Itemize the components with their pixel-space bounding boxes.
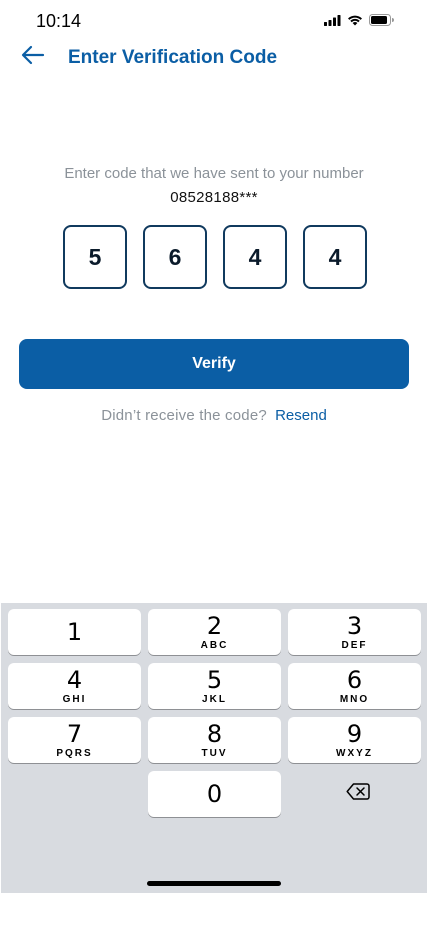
- key-letters: TUV: [201, 747, 228, 759]
- code-digit-4[interactable]: 4: [303, 225, 367, 289]
- key-digit: 0: [206, 780, 223, 808]
- key-digit: 3: [346, 611, 363, 640]
- key-digit: 1: [66, 618, 83, 646]
- key-digit: 7: [66, 719, 83, 748]
- key-letters: MNO: [339, 693, 370, 705]
- key-3[interactable]: 3 DEF: [288, 609, 421, 655]
- key-9[interactable]: 9 WXYZ: [288, 717, 421, 763]
- status-time: 10:14: [36, 11, 82, 31]
- resend-prompt: Didn’t receive the code?: [101, 407, 267, 424]
- home-indicator: [147, 881, 281, 886]
- code-digit-2[interactable]: 6: [143, 225, 207, 289]
- key-8[interactable]: 8 TUV: [148, 717, 281, 763]
- resend-link[interactable]: Resend: [275, 407, 327, 424]
- page-title: Enter Verification Code: [68, 47, 278, 68]
- key-4[interactable]: 4 GHI: [8, 663, 141, 709]
- key-letters: JKL: [202, 693, 227, 705]
- key-2[interactable]: 2 ABC: [148, 609, 281, 655]
- key-5[interactable]: 5 JKL: [148, 663, 281, 709]
- code-digit-3[interactable]: 4: [223, 225, 287, 289]
- key-digit: 2: [206, 611, 223, 640]
- key-digit: 6: [346, 665, 363, 694]
- key-0[interactable]: 0: [148, 771, 281, 817]
- key-digit: 5: [206, 665, 223, 694]
- verify-button[interactable]: Verify: [19, 339, 409, 389]
- backspace-icon: [345, 783, 370, 805]
- code-digit-1[interactable]: 5: [63, 225, 127, 289]
- key-7[interactable]: 7 PQRS: [8, 717, 141, 763]
- code-input-group: 5 6 4 4: [63, 225, 367, 289]
- header: Enter Verification Code: [0, 38, 428, 78]
- status-icons: [324, 14, 394, 26]
- resend-row: Didn’t receive the code? Resend: [0, 407, 428, 424]
- phone-number: 08528188***: [170, 189, 258, 206]
- back-arrow-icon: [21, 45, 45, 70]
- key-6[interactable]: 6 MNO: [288, 663, 421, 709]
- key-letters: GHI: [62, 693, 87, 705]
- battery-icon: [369, 14, 394, 26]
- wifi-icon: [347, 14, 363, 26]
- key-letters: ABC: [200, 639, 229, 651]
- back-button[interactable]: [18, 42, 48, 72]
- key-letters: WXYZ: [336, 747, 373, 759]
- key-digit: 9: [346, 719, 363, 748]
- key-letters: PQRS: [56, 747, 93, 759]
- key-letters: DEF: [341, 639, 368, 651]
- key-digit: 4: [66, 665, 83, 694]
- key-1[interactable]: 1: [8, 609, 141, 655]
- key-digit: 8: [206, 719, 223, 748]
- instruction-text: Enter code that we have sent to your num…: [64, 165, 364, 182]
- delete-key[interactable]: [291, 771, 424, 817]
- signal-icon: [324, 14, 341, 26]
- numeric-keypad: 1 2 ABC 3 DEF 4 GHI 5 JKL 6 MNO 7 PQRS 8…: [1, 603, 427, 893]
